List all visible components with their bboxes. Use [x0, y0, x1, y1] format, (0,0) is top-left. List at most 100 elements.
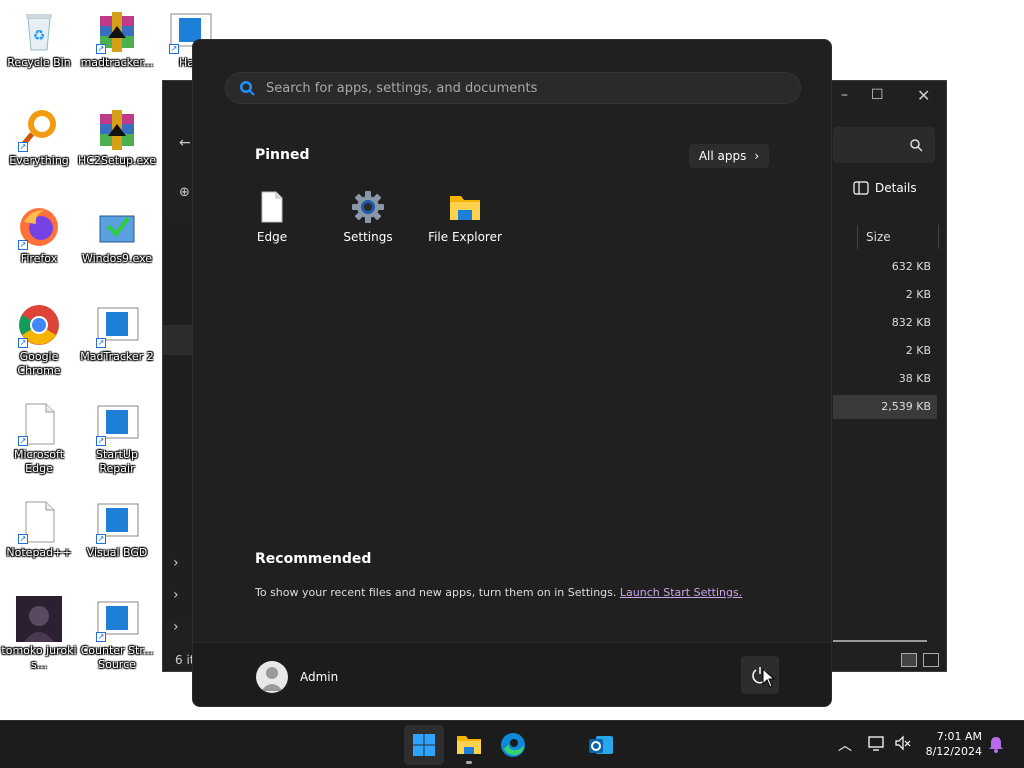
size-column-header[interactable]: Size: [857, 225, 939, 249]
folder-icon: [448, 190, 482, 224]
desktop-icon-google-chrome[interactable]: ↗ Google Chrome: [0, 302, 78, 378]
chevron-right-icon: ›: [754, 149, 760, 163]
desktop-icon-madtracker-2[interactable]: ↗ MadTracker 2: [78, 302, 156, 364]
taskbar-edge[interactable]: [493, 725, 533, 765]
document-icon: ↗: [16, 498, 62, 544]
taskbar: ︿ 7:01 AM 8/12/2024: [0, 720, 1024, 768]
installer-icon: [94, 204, 140, 250]
shortcut-arrow-icon: ↗: [96, 44, 106, 54]
desktop-icon-label: MadTracker 2: [80, 350, 154, 363]
chevron-up-icon[interactable]: ︿: [838, 735, 852, 755]
details-pane-icon: [853, 181, 869, 195]
desktop-icon-everything[interactable]: ↗ Everything: [0, 106, 78, 168]
shortcut-arrow-icon: ↗: [96, 632, 106, 642]
desktop-icon-label: Counter Str... Source: [80, 644, 154, 671]
nav-pane-selected-item[interactable]: [163, 325, 193, 355]
desktop-icon-hc2setup[interactable]: HC2Setup.exe: [78, 106, 156, 168]
desktop-icon-madtracker-installer[interactable]: ↗ madtracker...: [78, 8, 156, 70]
horizontal-scrollbar[interactable]: [833, 640, 927, 642]
desktop-icon-startup-repair[interactable]: ↗ StartUp Repair: [78, 400, 156, 476]
application-window-icon: ↗: [94, 302, 140, 348]
notification-bell-icon[interactable]: [988, 735, 1004, 757]
maximize-icon[interactable]: ☐: [871, 87, 884, 103]
shortcut-arrow-icon: ↗: [96, 436, 106, 446]
network-icon[interactable]: [868, 734, 886, 756]
tiles-view-icon[interactable]: [923, 653, 939, 667]
file-size-cell[interactable]: 832 KB: [833, 311, 937, 335]
file-size-cell[interactable]: 2 KB: [833, 339, 937, 363]
start-button[interactable]: [404, 725, 444, 765]
pinned-app-edge[interactable]: Edge: [226, 190, 318, 244]
desktop-icon-counter-strike-source[interactable]: ↗ Counter Str... Source: [78, 596, 156, 672]
folder-icon: [457, 736, 481, 754]
chrome-icon: ↗: [16, 302, 62, 348]
new-icon[interactable]: ⊕: [179, 185, 190, 200]
desktop-icon-label: Firefox: [20, 252, 58, 265]
file-size-cell[interactable]: 38 KB: [833, 367, 937, 391]
nav-pane: › › ›: [163, 221, 193, 635]
chevron-right-icon[interactable]: ›: [173, 587, 179, 603]
details-label: Details: [875, 181, 917, 195]
pinned-app-label: File Explorer: [428, 230, 502, 244]
explorer-search-box[interactable]: [833, 127, 935, 163]
start-menu: Pinned All apps › Edge Settings: [192, 39, 832, 707]
desktop-icon-tomoko-image[interactable]: tomoko juroki s...: [0, 596, 78, 672]
gear-icon: [351, 190, 385, 224]
volume-muted-icon[interactable]: [894, 734, 912, 756]
shortcut-arrow-icon: ↗: [18, 338, 28, 348]
desktop-icon-label: Visual BGD: [86, 546, 148, 559]
magnifier-app-icon: ↗: [16, 106, 62, 152]
chevron-right-icon[interactable]: ›: [173, 555, 179, 571]
all-apps-button[interactable]: All apps ›: [689, 144, 769, 168]
system-clock[interactable]: 7:01 AM 8/12/2024: [920, 729, 982, 759]
back-arrow-icon[interactable]: ←: [179, 135, 191, 151]
file-size-cell[interactable]: 632 KB: [833, 255, 937, 279]
windows-logo-icon: [413, 734, 435, 756]
desktop-icon-firefox[interactable]: ↗ Firefox: [0, 204, 78, 266]
desktop-icon-visual-bgd[interactable]: ↗ Visual BGD: [78, 498, 156, 560]
recommended-message-text: To show your recent files and new apps, …: [255, 586, 617, 599]
application-window-icon: ↗: [94, 498, 140, 544]
desktop-icon-label: Recycle Bin: [7, 56, 71, 69]
user-account-button[interactable]: Admin: [256, 661, 338, 693]
winrar-archive-icon: ↗: [94, 8, 140, 54]
desktop-icon-label: HC2Setup.exe: [78, 154, 156, 167]
edge-icon: [501, 733, 525, 757]
desktop-icon-recycle-bin[interactable]: ♻ Recycle Bin: [0, 8, 78, 70]
shortcut-arrow-icon: ↗: [96, 338, 106, 348]
file-size-cell-selected[interactable]: 2,539 KB: [833, 395, 937, 419]
winrar-archive-icon: [94, 106, 140, 152]
taskbar-outlook[interactable]: [581, 725, 621, 765]
pinned-app-settings[interactable]: Settings: [322, 190, 414, 244]
shortcut-arrow-icon: ↗: [169, 44, 179, 54]
start-search-input[interactable]: [266, 80, 766, 96]
list-view-icon[interactable]: [901, 653, 917, 667]
desktop-icon-label: tomoko juroki s...: [1, 644, 77, 671]
all-apps-label: All apps: [698, 149, 747, 163]
desktop-icon-windos9[interactable]: Windos9.exe: [78, 204, 156, 266]
desktop-icon-microsoft-edge[interactable]: ↗ Microsoft Edge: [0, 400, 78, 476]
start-search-box[interactable]: [225, 72, 801, 104]
outlook-icon: [589, 736, 613, 754]
shortcut-arrow-icon: ↗: [18, 436, 28, 446]
running-indicator: [466, 761, 472, 764]
recommended-message: To show your recent files and new apps, …: [255, 586, 742, 599]
document-icon: ↗: [16, 400, 62, 446]
pinned-app-file-explorer[interactable]: File Explorer: [419, 190, 511, 244]
file-size-cell[interactable]: 2 KB: [833, 283, 937, 307]
image-thumbnail-icon: [16, 596, 62, 642]
desktop-icon-label: Google Chrome: [17, 350, 61, 377]
launch-start-settings-link[interactable]: Launch Start Settings.: [620, 586, 742, 599]
minimize-icon[interactable]: –: [841, 87, 848, 103]
svg-text:♻: ♻: [33, 28, 46, 44]
desktop-icon-notepad-plus-plus[interactable]: ↗ Notepad++: [0, 498, 78, 560]
details-button[interactable]: Details: [853, 181, 917, 195]
shortcut-arrow-icon: ↗: [18, 142, 28, 152]
recommended-heading: Recommended: [255, 551, 372, 567]
search-icon: [240, 81, 255, 96]
shortcut-arrow-icon: ↗: [96, 534, 106, 544]
taskbar-file-explorer[interactable]: [449, 725, 489, 765]
chevron-right-icon[interactable]: ›: [173, 619, 179, 635]
clock-time: 7:01 AM: [936, 730, 982, 743]
close-icon[interactable]: ✕: [917, 86, 930, 105]
